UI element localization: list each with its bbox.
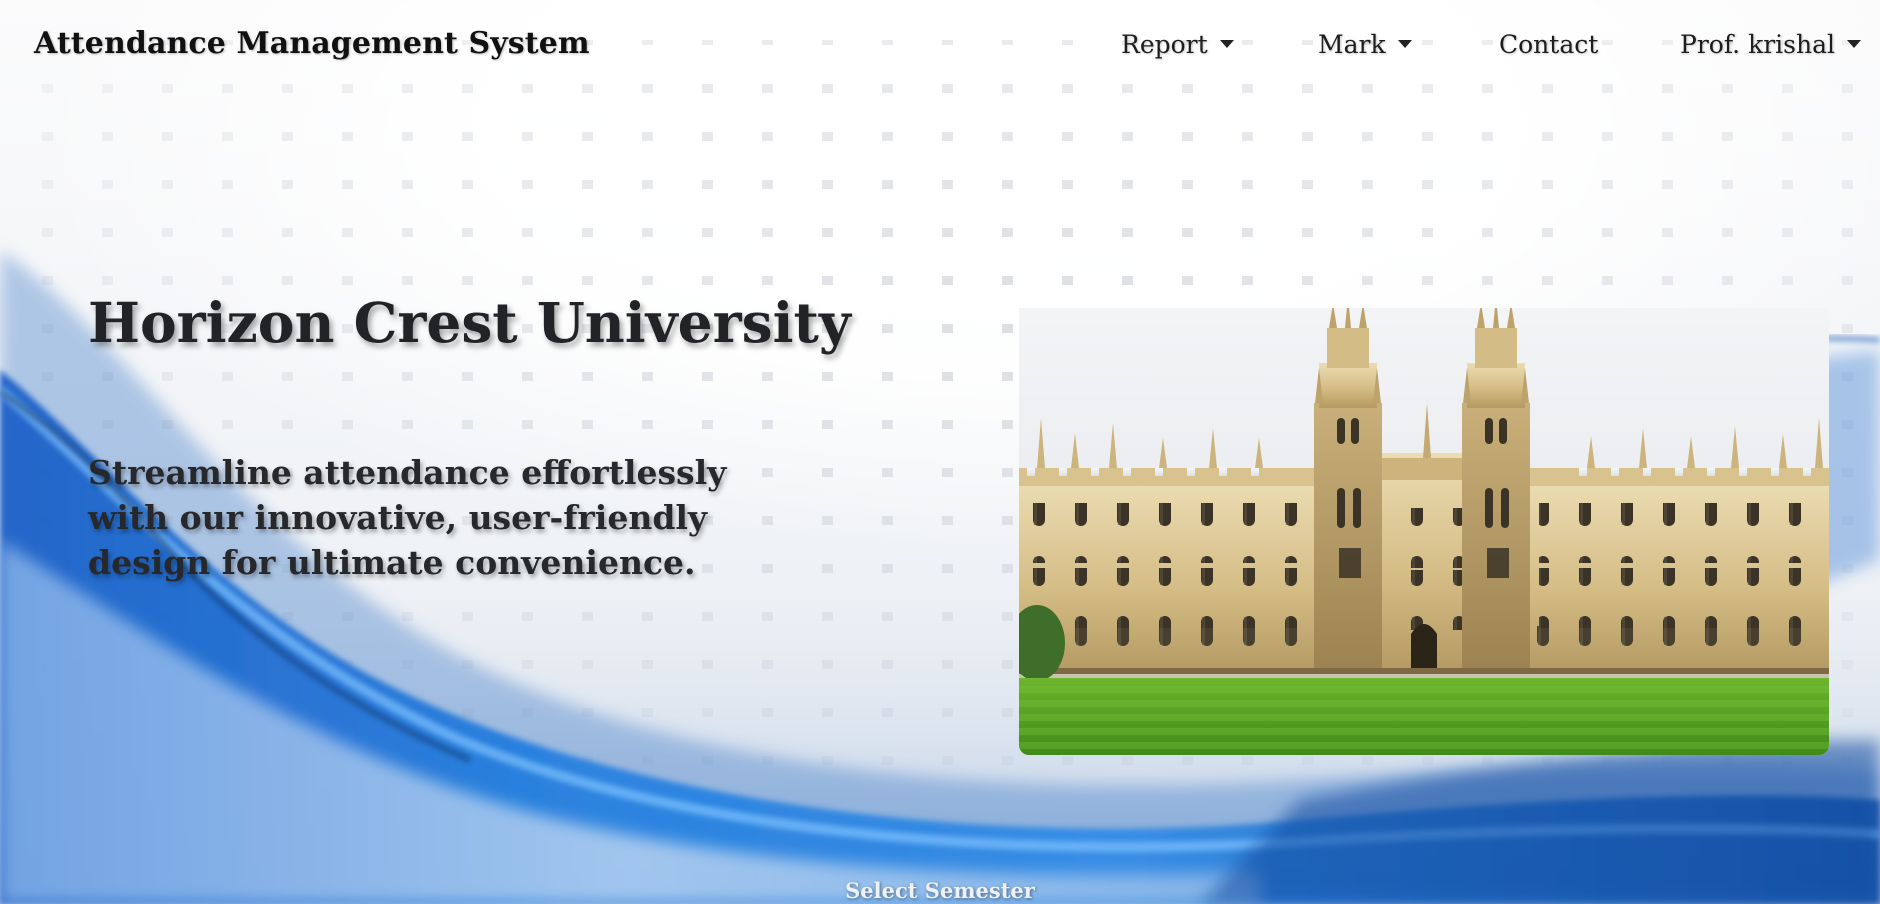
nav-report-label: Report <box>1121 30 1208 59</box>
nav-mark-label: Mark <box>1318 30 1386 59</box>
nav-user-label: Prof. krishal <box>1680 30 1836 59</box>
nav-contact-label: Contact <box>1499 30 1599 59</box>
brand-link[interactable]: Attendance Management System <box>34 26 590 61</box>
university-building-image <box>1019 308 1829 755</box>
top-navbar: Attendance Management System Report Mark… <box>0 0 1880 92</box>
nav-mark-dropdown[interactable]: Mark <box>1318 30 1412 59</box>
caret-down-icon <box>1219 39 1234 48</box>
hero-tagline: Streamline attendance effortlessly with … <box>88 453 727 582</box>
caret-down-icon <box>1397 39 1412 48</box>
caret-down-icon <box>1847 39 1862 48</box>
nav-contact-link[interactable]: Contact <box>1499 30 1598 59</box>
university-title: Horizon Crest University <box>88 290 851 355</box>
nav-report-dropdown[interactable]: Report <box>1121 30 1234 59</box>
select-semester-label: Select Semester <box>845 878 1035 903</box>
nav-user-dropdown[interactable]: Prof. krishal <box>1680 30 1862 59</box>
